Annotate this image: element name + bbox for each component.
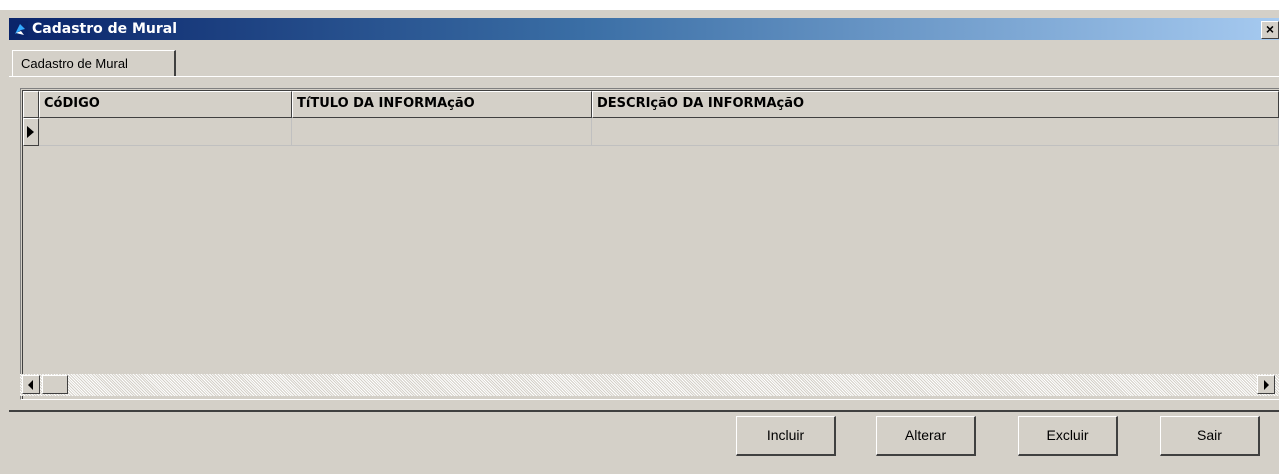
scroll-thumb[interactable] bbox=[42, 375, 68, 394]
column-header-codigo[interactable]: CóDIGO bbox=[39, 91, 292, 118]
alterar-button[interactable]: Alterar bbox=[876, 416, 976, 456]
cell-descricao[interactable] bbox=[592, 118, 1279, 146]
excluir-button[interactable]: Excluir bbox=[1018, 416, 1118, 456]
scroll-right-button[interactable] bbox=[1257, 375, 1275, 394]
tab-cadastro-de-mural[interactable]: Cadastro de Mural bbox=[12, 50, 176, 76]
incluir-button[interactable]: Incluir bbox=[736, 416, 836, 456]
current-row-pointer-icon bbox=[27, 126, 34, 138]
table-row[interactable] bbox=[23, 118, 1279, 146]
close-button[interactable]: × bbox=[1261, 21, 1279, 39]
arrow-right-icon bbox=[1264, 380, 1269, 390]
window-title: Cadastro de Mural bbox=[32, 21, 178, 37]
scroll-left-button[interactable] bbox=[22, 375, 40, 394]
arrow-left-icon bbox=[28, 380, 33, 390]
row-indicator bbox=[23, 118, 39, 146]
sair-button[interactable]: Sair bbox=[1160, 416, 1260, 456]
column-header-descricao[interactable]: DESCRIçãO DA INFORMAçãO bbox=[592, 91, 1279, 118]
data-grid[interactable]: CóDIGO TíTULO DA INFORMAçãO DESCRIçãO DA… bbox=[20, 88, 1279, 400]
cell-titulo[interactable] bbox=[292, 118, 592, 146]
column-header-titulo[interactable]: TíTULO DA INFORMAçãO bbox=[292, 91, 592, 118]
app-icon bbox=[12, 21, 28, 37]
horizontal-scrollbar[interactable] bbox=[20, 374, 1279, 396]
row-indicator-header bbox=[23, 91, 39, 118]
title-bar[interactable]: Cadastro de Mural × bbox=[9, 18, 1279, 40]
grid-header-row: CóDIGO TíTULO DA INFORMAçãO DESCRIçãO DA… bbox=[23, 91, 1279, 118]
cell-codigo[interactable] bbox=[39, 118, 292, 146]
